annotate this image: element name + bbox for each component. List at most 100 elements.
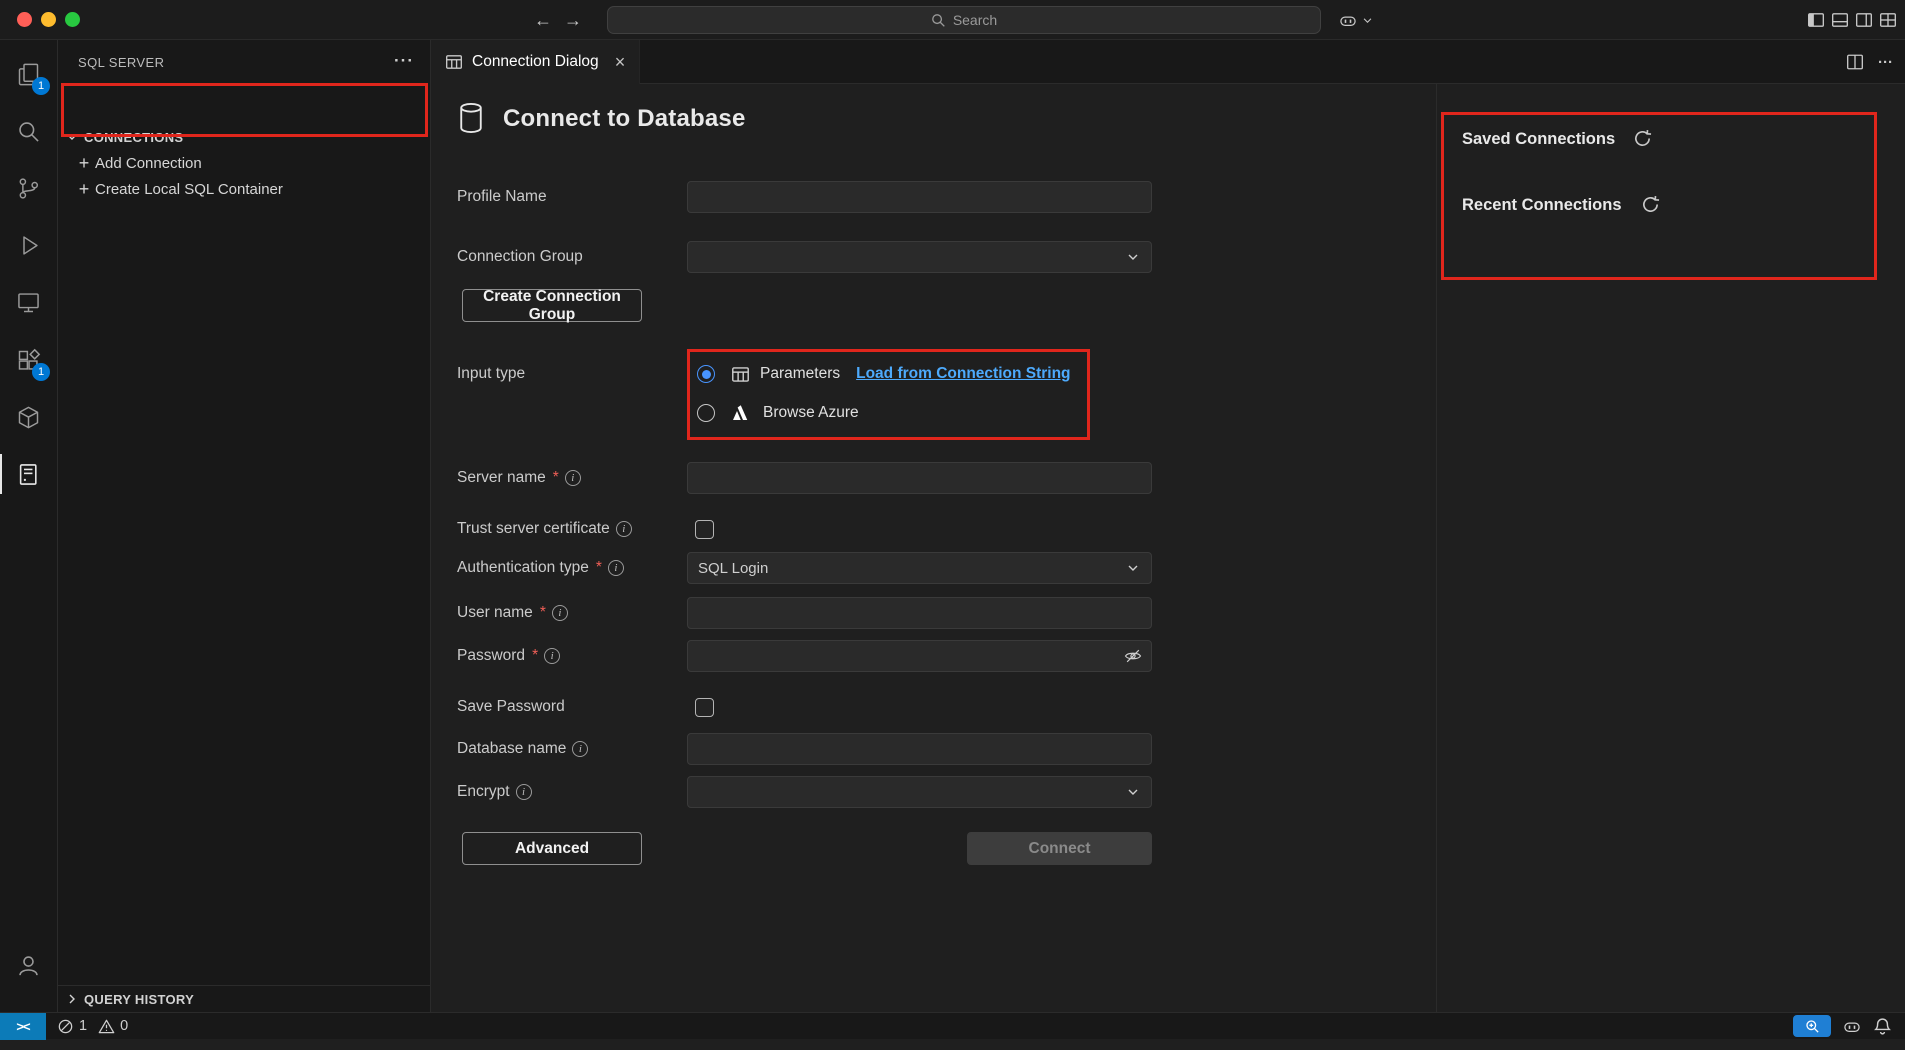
sidebar-item-run-debug[interactable] <box>0 217 57 273</box>
sidebar-title: SQL SERVER <box>78 40 164 84</box>
recent-connections-title: Recent Connections <box>1462 196 1622 215</box>
authentication-type-select[interactable]: SQL Login <box>687 552 1152 584</box>
command-center-search[interactable]: Search <box>607 6 1321 34</box>
dialog-heading: Connect to Database <box>456 101 746 136</box>
connections-panel: Saved Connections Recent Connections <box>1437 84 1905 1012</box>
info-icon[interactable]: i <box>608 560 624 576</box>
recent-connections-refresh-icon[interactable] <box>1641 195 1660 214</box>
split-editor-icon[interactable] <box>1846 53 1864 71</box>
editor-group: Connection Dialog × ··· Connect to Datab… <box>431 40 1905 1012</box>
warning-icon <box>98 1018 115 1035</box>
load-from-connection-string-link[interactable]: Load from Connection String <box>856 365 1070 383</box>
create-local-sql-container-label: Create Local SQL Container <box>95 181 283 198</box>
required-marker: * <box>540 604 546 622</box>
input-type-row: Input type Parameters Load from Connecti… <box>457 358 1071 390</box>
problems-status[interactable]: 1 0 <box>57 1018 128 1035</box>
database-icon <box>456 101 486 136</box>
status-bar: >< 1 0 <box>0 1012 1905 1039</box>
create-connection-group-button[interactable]: Create Connection Group <box>462 289 642 322</box>
connection-dialog-tab-icon <box>445 53 463 71</box>
sidebar-item-remote-explorer[interactable] <box>0 274 57 330</box>
warning-count: 0 <box>120 1018 128 1034</box>
sidebar-item-extensions[interactable]: 1 <box>0 332 57 388</box>
connection-group-select[interactable] <box>687 241 1152 273</box>
info-icon[interactable]: i <box>572 741 588 757</box>
zoom-status-item[interactable] <box>1793 1015 1831 1037</box>
sidebar-item-search[interactable] <box>0 103 57 159</box>
search-label: Search <box>953 12 997 28</box>
customize-layout-icon[interactable] <box>1879 11 1897 29</box>
sql-server-icon <box>15 461 42 488</box>
connection-group-label: Connection Group <box>457 248 687 266</box>
toggle-panel-icon[interactable] <box>1831 11 1849 29</box>
copilot-menu[interactable] <box>1338 8 1373 32</box>
query-history-section-label: QUERY HISTORY <box>84 992 194 1007</box>
remote-explorer-icon <box>15 289 42 316</box>
sidebar-item-explorer[interactable]: 1 <box>0 46 57 102</box>
parameters-radio[interactable] <box>697 365 715 383</box>
copilot-icon <box>1338 10 1358 30</box>
create-local-sql-container-item[interactable]: + Create Local SQL Container <box>58 176 430 202</box>
chevron-down-icon <box>64 129 80 145</box>
toggle-primary-sidebar-icon[interactable] <box>1807 11 1825 29</box>
trust-server-certificate-label: Trust server certificatei <box>457 520 687 538</box>
saved-connections-refresh-icon[interactable] <box>1633 129 1652 148</box>
info-icon[interactable]: i <box>552 605 568 621</box>
window-maximize-button[interactable] <box>65 12 80 27</box>
forward-button[interactable]: → <box>560 7 586 33</box>
encrypt-label: Encrypti <box>457 783 687 801</box>
account-icon <box>15 952 42 979</box>
sidebar-item-package[interactable] <box>0 389 57 445</box>
sidebar-item-source-control[interactable] <box>0 160 57 216</box>
server-name-label: Server name*i <box>457 469 687 487</box>
user-name-row: User name*i <box>457 597 1152 629</box>
query-history-section-header[interactable]: QUERY HISTORY <box>58 985 430 1012</box>
connect-button[interactable]: Connect <box>967 832 1152 865</box>
azure-icon <box>729 403 749 423</box>
search-icon <box>931 13 946 28</box>
encrypt-select[interactable] <box>687 776 1152 808</box>
tab-connection-dialog[interactable]: Connection Dialog × <box>431 40 640 84</box>
toggle-password-visibility-icon[interactable] <box>1123 646 1143 666</box>
remote-indicator[interactable]: >< <box>0 1013 46 1040</box>
trust-server-certificate-checkbox[interactable] <box>695 520 714 539</box>
window-close-button[interactable] <box>17 12 32 27</box>
toggle-secondary-sidebar-icon[interactable] <box>1855 11 1873 29</box>
back-button[interactable]: ← <box>530 7 556 33</box>
search-icon <box>15 118 42 145</box>
parameters-option-label: Parameters <box>760 365 840 383</box>
accounts-button[interactable] <box>0 937 57 993</box>
user-name-input[interactable] <box>687 597 1152 629</box>
input-type-label: Input type <box>457 365 687 383</box>
database-name-input[interactable] <box>687 733 1152 765</box>
more-actions-icon[interactable]: ··· <box>394 51 414 71</box>
info-icon[interactable]: i <box>544 648 560 664</box>
chevron-down-icon <box>1125 784 1141 800</box>
activity-bar: 1 1 <box>0 40 58 1012</box>
connections-section-header[interactable]: CONNECTIONS <box>58 124 430 150</box>
copilot-status-icon[interactable] <box>1842 1016 1862 1036</box>
info-icon[interactable]: i <box>616 521 632 537</box>
password-input[interactable] <box>687 640 1152 672</box>
notifications-bell-icon[interactable] <box>1873 1017 1892 1036</box>
window-minimize-button[interactable] <box>41 12 56 27</box>
dialog-buttons-row: Advanced Connect <box>462 832 1152 865</box>
browse-azure-radio[interactable] <box>697 404 715 422</box>
user-name-label: User name*i <box>457 604 687 622</box>
tab-close-icon[interactable]: × <box>609 51 631 73</box>
info-icon[interactable]: i <box>516 784 532 800</box>
chevron-right-icon <box>64 991 80 1007</box>
browse-azure-option-label: Browse Azure <box>763 404 859 422</box>
add-connection-label: Add Connection <box>95 155 202 172</box>
server-name-input[interactable] <box>687 462 1152 494</box>
required-marker: * <box>553 469 559 487</box>
info-icon[interactable]: i <box>565 470 581 486</box>
profile-name-input[interactable] <box>687 181 1152 213</box>
editor-more-actions-icon[interactable]: ··· <box>1878 54 1893 71</box>
save-password-checkbox[interactable] <box>695 698 714 717</box>
sidebar-item-sql-server[interactable] <box>0 446 57 502</box>
add-connection-item[interactable]: + Add Connection <box>58 150 430 176</box>
package-icon <box>15 404 42 431</box>
advanced-button[interactable]: Advanced <box>462 832 642 865</box>
connection-group-row: Connection Group <box>457 241 1152 273</box>
